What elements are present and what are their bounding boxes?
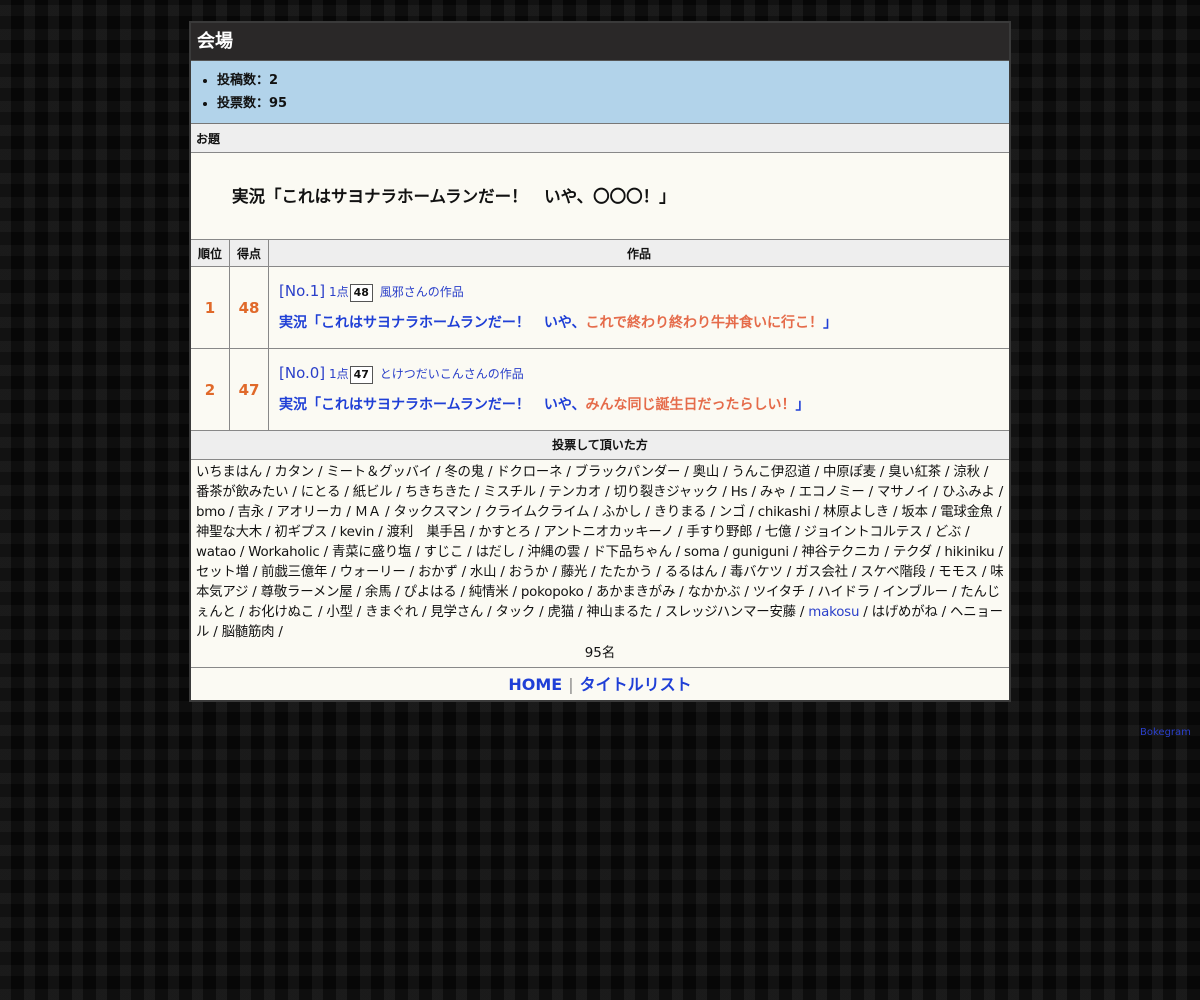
credit-link[interactable]: Bokegram <box>1140 727 1191 738</box>
table-row: 1 48 [No.1] 1点 48 風邪さんの作品 実況「これはサヨナラホームラン… <box>191 266 1009 349</box>
vote-count: 投票数：95 <box>217 92 1009 115</box>
nav-separator: | <box>568 675 574 694</box>
work-prefix: 実況「これはサヨナラホームランだー！ いや、 <box>279 315 586 331</box>
work-suffix: 」 <box>823 315 838 331</box>
theme-text: 実況「これはサヨナラホームランだー！ いや、〇〇〇！」 <box>191 153 1009 240</box>
header-score: 得点 <box>229 240 269 267</box>
work-text: 実況「これはサヨナラホームランだー！ いや、みんな同じ誕生日だったらしい！」 <box>279 394 1009 414</box>
home-link[interactable]: HOME <box>508 675 562 694</box>
work-cell: [No.1] 1点 48 風邪さんの作品 実況「これはサヨナラホームランだー！ い… <box>268 266 1009 349</box>
title-list-link[interactable]: タイトルリスト <box>580 675 692 694</box>
rank-cell: 1 <box>191 266 230 349</box>
work-meta: [No.1] 1点 48 風邪さんの作品 <box>279 281 1009 302</box>
point-label: 1点 <box>328 285 349 299</box>
work-suffix: 」 <box>795 397 810 413</box>
work-text: 実況「これはサヨナラホームランだー！ いや、これで終わり終わり牛丼食いに行こ！」 <box>279 312 1009 332</box>
voter-list: いちまはん / カタン / ミート＆グッバイ / 冬の鬼 / ドクローネ / ブ… <box>191 460 1009 643</box>
work-number-link[interactable]: [No.1] <box>279 282 325 300</box>
panel-title: 会場 <box>191 23 1009 61</box>
table-row: 2 47 [No.0] 1点 47 とけつだいこんさんの作品 実況「これはサヨナラ… <box>191 348 1009 431</box>
header-work: 作品 <box>268 240 1009 267</box>
score-cell: 47 <box>229 348 269 431</box>
score-cell: 48 <box>229 266 269 349</box>
theme-label: お題 <box>191 124 1009 153</box>
stats-box: 投稿数：2 投票数：95 <box>191 61 1009 124</box>
work-answer: これで終わり終わり牛丼食いに行こ！ <box>585 315 824 331</box>
ranking-table: 順位 得点 作品 1 48 [No.1] 1点 48 風邪さんの作品 実況「これは… <box>191 240 1009 431</box>
footer-nav: HOME | タイトルリスト <box>191 667 1009 700</box>
header-rank: 順位 <box>191 240 230 267</box>
work-number-link[interactable]: [No.0] <box>279 364 325 382</box>
ranking-header-row: 順位 得点 作品 <box>191 240 1009 267</box>
voters-label: 投票して頂いた方 <box>191 431 1009 460</box>
author-link[interactable]: とけつだいこんさんの作品 <box>380 367 524 381</box>
voter-names: いちまはん / カタン / ミート＆グッバイ / 冬の鬼 / ドクローネ / ブ… <box>196 465 1004 620</box>
author-link[interactable]: 風邪さんの作品 <box>380 285 464 299</box>
rank-cell: 2 <box>191 348 230 431</box>
work-meta: [No.0] 1点 47 とけつだいこんさんの作品 <box>279 363 1009 384</box>
work-answer: みんな同じ誕生日だったらしい！ <box>585 397 796 413</box>
venue-panel: 会場 投稿数：2 投票数：95 お題 実況「これはサヨナラホームランだー！ いや… <box>189 21 1011 702</box>
work-cell: [No.0] 1点 47 とけつだいこんさんの作品 実況「これはサヨナラホームラン… <box>268 348 1009 431</box>
voter-count: 95名 <box>584 646 616 661</box>
post-count: 投稿数：2 <box>217 69 1009 92</box>
point-label: 1点 <box>328 367 349 381</box>
work-prefix: 実況「これはサヨナラホームランだー！ いや、 <box>279 397 586 413</box>
score-box: 48 <box>349 284 373 302</box>
score-box: 47 <box>349 366 373 384</box>
voter-link-makosu[interactable]: makosu <box>808 605 859 620</box>
